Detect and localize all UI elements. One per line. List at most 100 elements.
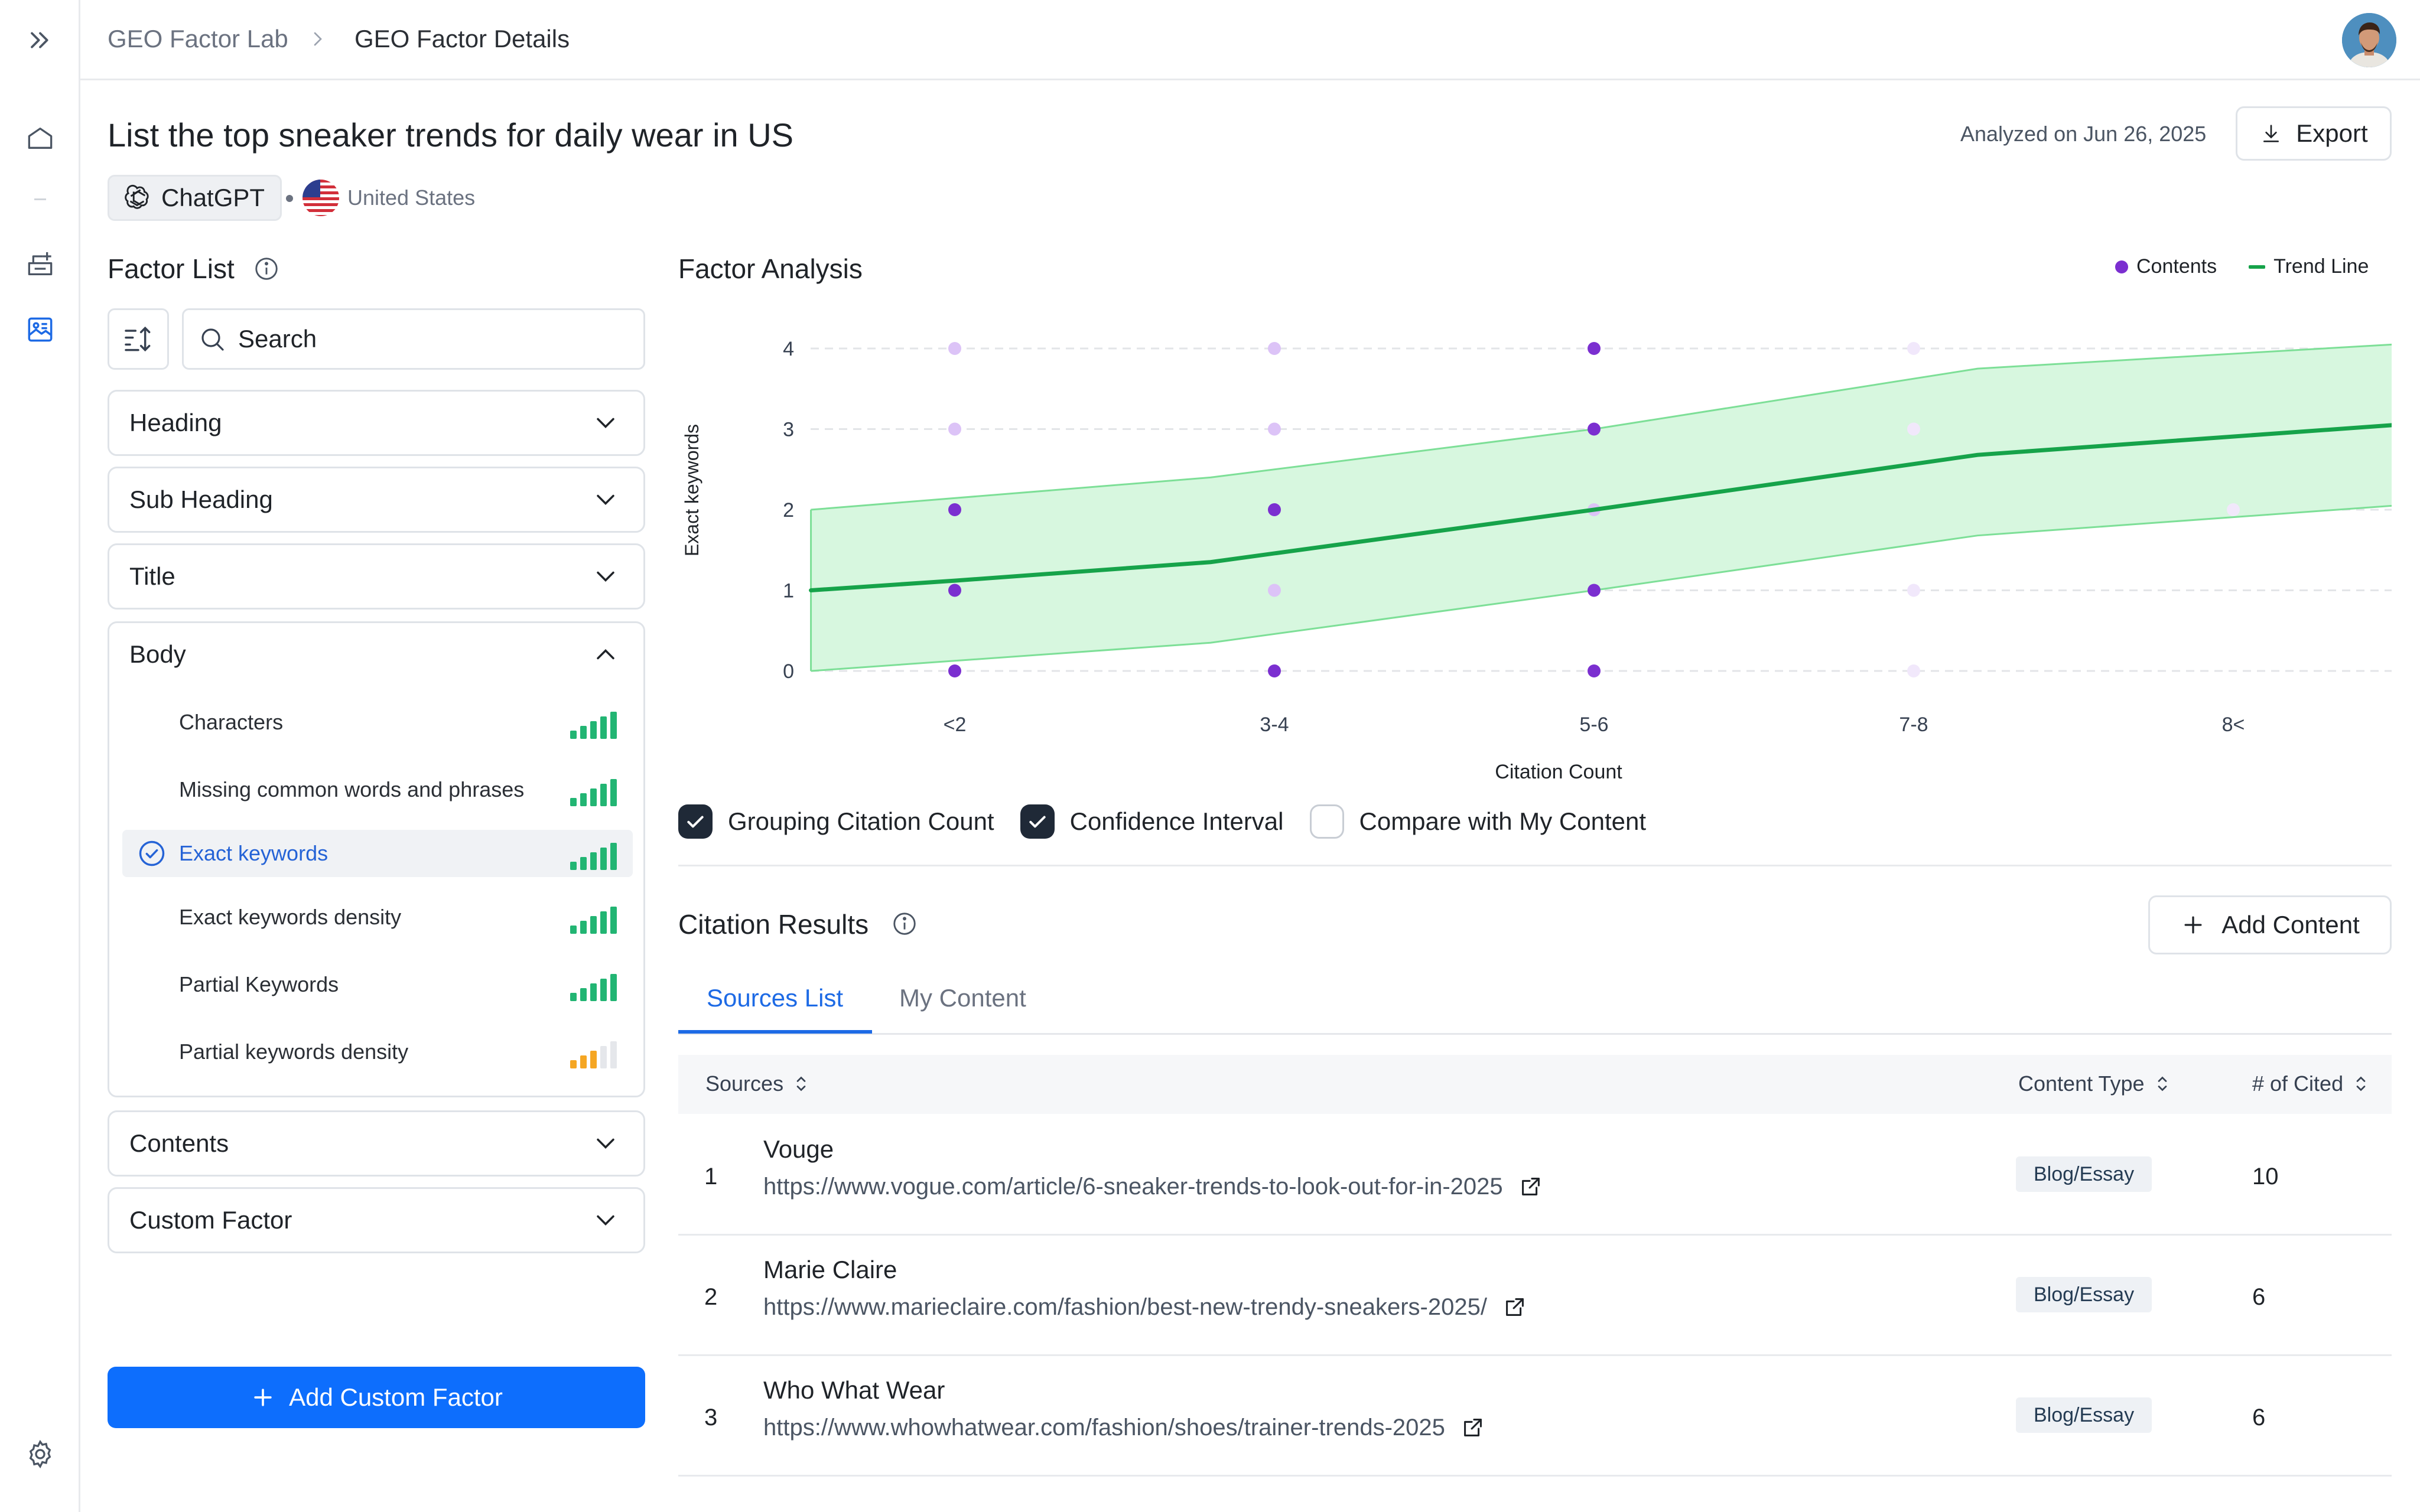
breadcrumb-parent[interactable]: GEO Factor Lab [108,25,288,53]
export-button[interactable]: Export [2236,106,2392,161]
separator-dot [286,195,293,202]
chevron-down-icon[interactable] [590,484,621,515]
x-tick-label: 7-8 [1899,713,1928,736]
expand-sidebar-icon[interactable] [24,24,57,57]
sort-arrows-icon[interactable] [791,1073,812,1094]
add-custom-factor-button[interactable]: Add Custom Factor [108,1367,645,1428]
column-cited[interactable]: # of Cited [2252,1071,2372,1096]
top-bar: GEO Factor Lab GEO Factor Details [80,0,2420,80]
y-axis-label: Exact keywords [681,424,702,556]
selected-check-icon [139,840,165,866]
y-tick-label: 1 [783,580,794,602]
factor-group-label: Custom Factor [129,1206,292,1234]
factor-item[interactable]: Exact keywords density [122,894,633,941]
chatgpt-logo-icon [125,184,149,209]
factor-item[interactable]: Missing common words and phrases [122,766,633,813]
factor-group-custom-factor[interactable]: Custom Factor [108,1187,645,1253]
factor-item-label: Exact keywords [179,841,328,865]
chevron-down-icon[interactable] [590,561,621,592]
data-point [1268,422,1281,436]
factor-item[interactable]: Characters [122,699,633,746]
avatar[interactable] [2342,13,2396,67]
search-icon [201,328,224,351]
checkbox-unchecked[interactable] [1309,804,1344,839]
content-type-badge: Blog/Essay [2016,1397,2152,1433]
info-icon[interactable] [891,910,918,937]
checkbox-label: Confidence Interval [1069,807,1284,835]
model-name: ChatGPT [161,184,265,211]
factor-item-label: Missing common words and phrases [179,777,525,801]
factor-lab-icon[interactable] [24,313,57,346]
source-url[interactable]: https://www.marieclaire.com/fashion/best… [763,1294,1487,1321]
report-icon[interactable] [24,248,57,281]
factor-item-label: Characters [179,710,284,734]
us-flag-icon [302,180,339,216]
row-number: 1 [704,1164,718,1190]
factor-group-body-header[interactable]: Body [109,623,643,686]
column-label: Content Type [2018,1071,2145,1096]
y-tick-label: 3 [783,419,794,441]
data-point [1588,584,1601,597]
data-point [2227,503,2240,516]
citation-results-title: Citation Results [678,909,869,940]
external-link-icon[interactable] [1517,1173,1544,1200]
left-rail [0,0,80,1512]
factor-item[interactable]: Partial Keywords [122,961,633,1008]
factor-group-title[interactable]: Title [108,543,645,610]
sort-arrows-icon[interactable] [2152,1073,2173,1094]
source-link[interactable]: https://www.marieclaire.com/fashion/best… [763,1293,1528,1321]
add-content-label: Add Content [2221,911,2360,939]
table-header: Sources Content Type # of Cited [678,1055,2392,1114]
content-type-badge: Blog/Essay [2016,1277,2152,1312]
grouping-citation-count-checkbox[interactable]: Grouping Citation Count [678,804,994,839]
tab-sources-list[interactable]: Sources List [707,984,843,1012]
checkbox-label: Grouping Citation Count [728,807,994,835]
source-url[interactable]: https://www.whowhatwear.com/fashion/shoe… [763,1415,1445,1441]
factor-group-sub-heading[interactable]: Sub Heading [108,467,645,533]
column-content-type[interactable]: Content Type [2018,1071,2173,1096]
factor-group-heading[interactable]: Heading [108,390,645,456]
chevron-up-icon[interactable] [590,639,621,670]
source-url[interactable]: https://www.vogue.com/article/6-sneaker-… [763,1174,1503,1200]
chart-options: Grouping Citation Count Confidence Inter… [678,804,1672,839]
tab-my-content[interactable]: My Content [899,984,1026,1012]
info-icon[interactable] [253,255,280,282]
external-link-icon[interactable] [1501,1293,1528,1321]
chevron-down-icon[interactable] [590,1128,621,1159]
data-point [1588,664,1601,677]
signal-strength-icon [570,907,617,934]
search-field[interactable] [182,308,645,370]
source-name: Who What Wear [763,1376,945,1404]
settings-icon[interactable] [24,1438,57,1471]
external-link-icon[interactable] [1459,1414,1487,1441]
source-link[interactable]: https://www.vogue.com/article/6-sneaker-… [763,1173,1544,1200]
chevron-down-icon[interactable] [590,408,621,438]
factor-item[interactable]: Exact keywords [122,830,633,877]
column-sources[interactable]: Sources [705,1071,812,1096]
data-point [948,503,961,516]
search-input[interactable] [238,325,593,353]
x-tick-label: 5-6 [1579,713,1608,736]
data-point [948,584,961,597]
sort-arrows-icon[interactable] [2350,1073,2372,1094]
source-link[interactable]: https://www.whowhatwear.com/fashion/shoe… [763,1414,1487,1441]
source-name: Vouge [763,1135,834,1163]
checkbox-checked[interactable] [678,804,713,839]
factor-group-contents[interactable]: Contents [108,1110,645,1177]
add-content-button[interactable]: Add Content [2148,895,2392,954]
check-icon [1029,816,1046,828]
chevron-right-icon [314,32,322,46]
compare-with-my-content-checkbox[interactable]: Compare with My Content [1309,804,1646,839]
data-point [948,422,961,436]
chevron-down-icon[interactable] [590,1205,621,1236]
data-point [1907,664,1920,677]
factor-item[interactable]: Partial keywords density [122,1028,633,1076]
citation-tabs: Sources List My Content [678,980,2392,1035]
factor-analysis-chart: 0 1 2 3 4 <2 3-4 5-6 7-8 8< Citation Count Exact ke… [681,338,2392,783]
sort-button[interactable] [108,308,169,370]
confidence-interval-checkbox[interactable]: Confidence Interval [1020,804,1284,839]
home-icon[interactable] [24,122,57,155]
data-point [948,342,961,355]
checkbox-checked[interactable] [1020,804,1055,839]
chart-legend: Contents Trend Line [2115,255,2369,278]
